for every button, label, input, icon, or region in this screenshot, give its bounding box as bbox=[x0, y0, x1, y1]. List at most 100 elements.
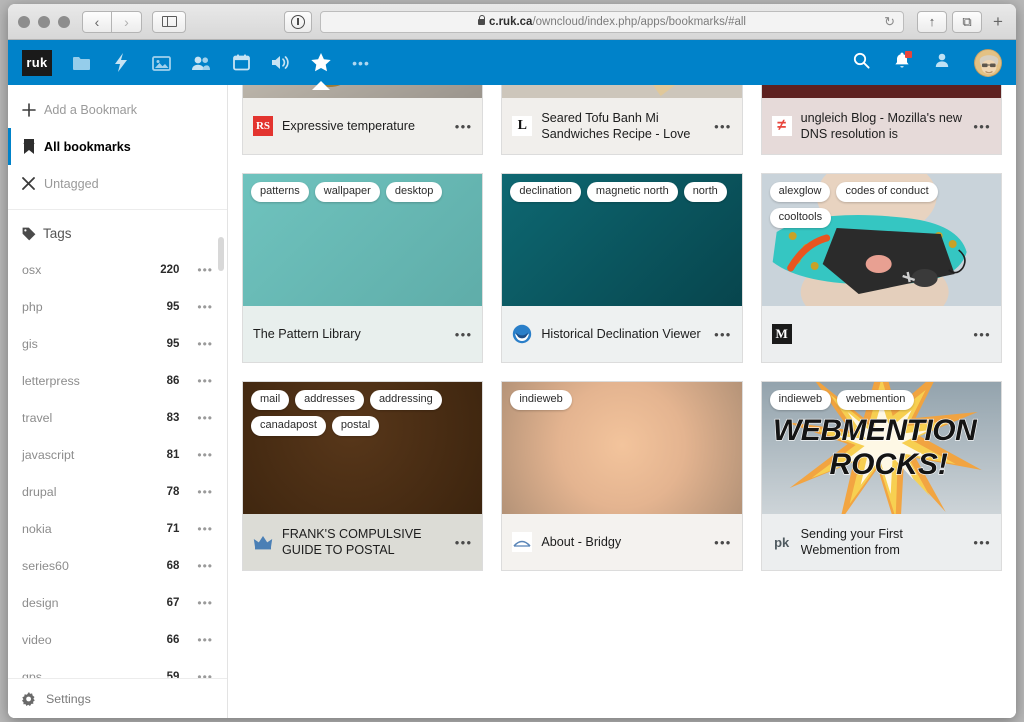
bookmark-menu-icon[interactable]: ••• bbox=[455, 119, 473, 134]
tag-menu-icon[interactable]: ••• bbox=[197, 337, 213, 351]
notifications-button[interactable] bbox=[894, 50, 912, 74]
tag-menu-icon[interactable]: ••• bbox=[197, 374, 213, 388]
tag-row-osx[interactable]: osx 220 ••• bbox=[8, 251, 227, 288]
address-bar[interactable]: c.ruk.ca/owncloud/index.php/apps/bookmar… bbox=[320, 10, 904, 33]
tag-menu-icon[interactable]: ••• bbox=[197, 522, 213, 536]
bookmark-title[interactable]: About - Bridgy bbox=[541, 534, 705, 550]
tag-chip[interactable]: indieweb bbox=[769, 390, 832, 410]
close-window-button[interactable] bbox=[18, 15, 30, 28]
tag-chip[interactable]: mail bbox=[251, 390, 290, 410]
bookmark-card[interactable]: patterns wallpaper desktop The Pattern L… bbox=[242, 173, 484, 363]
sidebar-item-untagged[interactable]: Untagged bbox=[8, 165, 227, 202]
tag-row-travel[interactable]: travel 83 ••• bbox=[8, 399, 227, 436]
bookmark-title[interactable]: FRANK'S COMPULSIVE GUIDE TO POSTAL bbox=[282, 526, 446, 558]
bookmark-menu-icon[interactable]: ••• bbox=[973, 327, 991, 342]
bookmark-card[interactable]: SEARED TOFU BAHN MI SANDWICHES recipe ba… bbox=[501, 85, 743, 155]
settings-button[interactable]: Settings bbox=[8, 678, 227, 718]
owncloud-logo[interactable]: ruk bbox=[22, 49, 52, 76]
bookmark-title[interactable]: Sending your First Webmention from bbox=[801, 526, 965, 558]
tag-menu-icon[interactable]: ••• bbox=[197, 596, 213, 610]
activity-app-button[interactable] bbox=[110, 50, 132, 76]
tag-menu-icon[interactable]: ••• bbox=[197, 300, 213, 314]
bookmark-card[interactable]: alexglow codes of conduct cooltools M ••… bbox=[760, 173, 1002, 363]
bookmarks-app-button[interactable] bbox=[310, 50, 332, 90]
tag-chip[interactable]: cooltools bbox=[769, 207, 832, 228]
tag-row-gps[interactable]: gps 59 ••• bbox=[8, 658, 227, 679]
tag-chip[interactable]: alexglow bbox=[769, 182, 831, 202]
tag-row-drupal[interactable]: drupal 78 ••• bbox=[8, 473, 227, 510]
bookmark-title[interactable]: Seared Tofu Banh Mi Sandwiches Recipe - … bbox=[541, 110, 705, 142]
new-tab-button[interactable]: + bbox=[990, 12, 1006, 32]
show-tabs-button[interactable]: ⧉ bbox=[952, 10, 982, 33]
tag-chip[interactable]: patterns bbox=[251, 182, 309, 202]
avatar[interactable] bbox=[974, 48, 1002, 77]
files-app-button[interactable] bbox=[70, 50, 92, 76]
tag-chip[interactable]: postal bbox=[331, 415, 380, 436]
bookmark-card[interactable]: declination magnetic north north Histori… bbox=[501, 173, 743, 363]
bookmark-title[interactable]: ungleich Blog - Mozilla's new DNS resolu… bbox=[801, 110, 965, 142]
tag-menu-icon[interactable]: ••• bbox=[197, 559, 213, 573]
more-apps-button[interactable]: ••• bbox=[350, 50, 372, 76]
reader-info-button[interactable] bbox=[284, 10, 312, 33]
tag-row-nokia[interactable]: nokia 71 ••• bbox=[8, 510, 227, 547]
tag-chip[interactable]: indieweb bbox=[510, 390, 572, 410]
tag-row-series60[interactable]: series60 68 ••• bbox=[8, 547, 227, 584]
calendar-app-button[interactable] bbox=[230, 50, 252, 76]
tag-menu-icon[interactable]: ••• bbox=[197, 633, 213, 647]
contacts-menu-button[interactable] bbox=[934, 52, 950, 73]
gallery-app-button[interactable] bbox=[150, 50, 172, 76]
tag-chip[interactable]: addresses bbox=[295, 390, 364, 410]
announcements-app-button[interactable] bbox=[270, 50, 292, 76]
tag-menu-icon[interactable]: ••• bbox=[197, 485, 213, 499]
show-sidebar-button[interactable] bbox=[152, 10, 186, 33]
forward-button[interactable]: › bbox=[112, 10, 142, 33]
tag-row-javascript[interactable]: javascript 81 ••• bbox=[8, 436, 227, 473]
bookmark-card[interactable]: firefox dns ≠ ungleich Blog - Mozilla's … bbox=[760, 85, 1002, 155]
bookmark-title[interactable]: Expressive temperature bbox=[282, 118, 446, 134]
bookmark-menu-icon[interactable]: ••• bbox=[714, 119, 732, 134]
tag-chip[interactable]: canadapost bbox=[251, 415, 326, 436]
bookmark-menu-icon[interactable]: ••• bbox=[455, 535, 473, 550]
maximize-window-button[interactable] bbox=[58, 15, 70, 28]
tag-menu-icon[interactable]: ••• bbox=[197, 670, 213, 679]
l-favicon: L bbox=[512, 116, 533, 136]
share-button[interactable]: ↑ bbox=[917, 10, 947, 33]
bookmark-title[interactable]: The Pattern Library bbox=[253, 326, 361, 342]
bookmark-menu-icon[interactable]: ••• bbox=[714, 327, 732, 342]
tag-menu-icon[interactable]: ••• bbox=[197, 263, 213, 277]
bookmark-card[interactable]: mail addresses addressing canadapost pos… bbox=[242, 381, 484, 571]
sidebar-item-add-bookmark[interactable]: Add a Bookmark bbox=[8, 91, 227, 128]
tag-row-php[interactable]: php 95 ••• bbox=[8, 288, 227, 325]
bookmark-menu-icon[interactable]: ••• bbox=[973, 535, 991, 550]
bookmark-card[interactable]: music ai robin sloan RS Expressive tempe… bbox=[242, 85, 484, 155]
tag-chip[interactable]: desktop bbox=[385, 182, 443, 202]
contacts-app-button[interactable] bbox=[190, 50, 212, 76]
minimize-window-button[interactable] bbox=[38, 15, 50, 28]
tag-chip[interactable]: webmention bbox=[837, 390, 915, 410]
sidebar-item-all-bookmarks[interactable]: All bookmarks bbox=[8, 128, 227, 165]
tag-chip[interactable]: magnetic north bbox=[586, 182, 678, 202]
search-button[interactable] bbox=[853, 52, 870, 74]
tag-row-gis[interactable]: gis 95 ••• bbox=[8, 325, 227, 362]
bookmark-title[interactable]: Historical Declination Viewer bbox=[541, 326, 705, 342]
window-controls[interactable] bbox=[18, 15, 70, 28]
bookmark-menu-icon[interactable]: ••• bbox=[714, 535, 732, 550]
sidebar-scrollbar[interactable] bbox=[218, 237, 224, 271]
tag-menu-icon[interactable]: ••• bbox=[197, 411, 213, 425]
app-sidebar: Add a Bookmark All bookmarks Untagged Ta… bbox=[8, 85, 228, 718]
tag-row-letterpress[interactable]: letterpress 86 ••• bbox=[8, 362, 227, 399]
tag-chip[interactable]: wallpaper bbox=[314, 182, 380, 202]
bookmark-card[interactable]: WEBMENTION ROCKS! indieweb webmention pk… bbox=[760, 381, 1002, 571]
bookmark-menu-icon[interactable]: ••• bbox=[973, 119, 991, 134]
tag-chip[interactable]: addressing bbox=[369, 390, 442, 410]
back-button[interactable]: ‹ bbox=[82, 10, 112, 33]
reload-icon[interactable]: ↻ bbox=[884, 14, 895, 30]
bookmark-menu-icon[interactable]: ••• bbox=[455, 327, 473, 342]
tag-row-design[interactable]: design 67 ••• bbox=[8, 584, 227, 621]
tag-chip[interactable]: declination bbox=[510, 182, 581, 202]
tag-row-video[interactable]: video 66 ••• bbox=[8, 621, 227, 658]
tag-chip[interactable]: codes of conduct bbox=[836, 182, 938, 202]
tag-chip[interactable]: north bbox=[683, 182, 727, 202]
tag-menu-icon[interactable]: ••• bbox=[197, 448, 213, 462]
bookmark-card[interactable]: indieweb About - Bridgy ••• bbox=[501, 381, 743, 571]
